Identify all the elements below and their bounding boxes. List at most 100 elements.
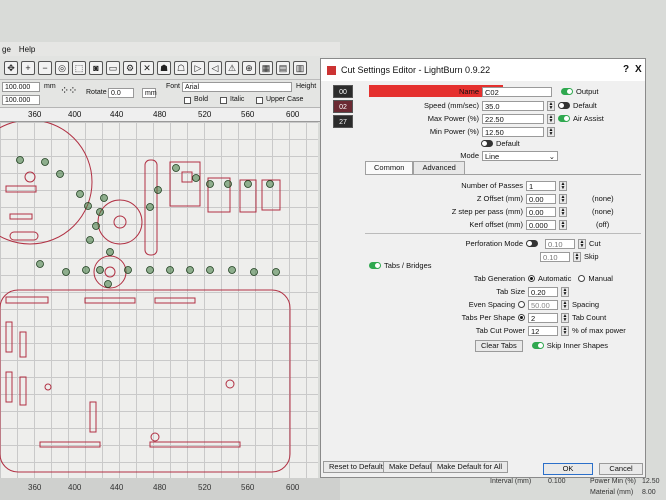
z-offset-note: (none) xyxy=(592,194,614,203)
ungroup-icon[interactable]: ☖ xyxy=(174,60,188,75)
chevron-down-icon: ⌄ xyxy=(548,151,555,161)
passes-spinner[interactable]: ▲ ▼ xyxy=(559,180,567,191)
min-power-spinner[interactable]: ▲ ▼ xyxy=(547,126,555,137)
layer-item[interactable]: 02 xyxy=(333,100,353,113)
height-field[interactable]: 100.000 xyxy=(2,95,40,105)
upper-case-checkbox[interactable] xyxy=(256,97,263,104)
name-input[interactable]: C02 xyxy=(482,86,552,97)
bold-checkbox[interactable] xyxy=(184,97,191,104)
passes-input[interactable]: 1 xyxy=(526,180,556,191)
tab-size-input[interactable]: 0.20 xyxy=(528,286,558,297)
default-power-toggle[interactable] xyxy=(481,140,493,147)
tab-advanced[interactable]: Advanced xyxy=(413,161,465,174)
tab-count-input[interactable]: 2 xyxy=(528,312,558,323)
move-icon[interactable]: ✥ xyxy=(4,60,18,75)
tab-marker xyxy=(146,266,154,274)
settings-icon[interactable]: ⚙ xyxy=(123,60,137,75)
rotate-label: Rotate xyxy=(86,89,107,96)
rotate-field[interactable]: 0.0 xyxy=(108,88,134,98)
perf-skip-spinner[interactable]: ▲ ▼ xyxy=(573,251,581,262)
menu-item-edge[interactable]: ge xyxy=(2,45,11,54)
group-icon[interactable]: ☗ xyxy=(157,60,171,75)
power-min-value: 12.50 xyxy=(642,478,660,485)
clear-tabs-button[interactable]: Clear Tabs xyxy=(475,339,523,352)
spacing-spinner[interactable]: ▲ ▼ xyxy=(561,299,569,310)
dialog-titlebar[interactable]: Cut Settings Editor - LightBurn 0.9.22 xyxy=(321,59,645,81)
tab-marker xyxy=(206,266,214,274)
layer-item[interactable]: 27 xyxy=(333,115,353,128)
italic-checkbox[interactable] xyxy=(220,97,227,104)
tab-automatic-radio[interactable] xyxy=(528,275,535,282)
z-step-spinner[interactable]: ▲ ▼ xyxy=(559,206,567,217)
air-assist-toggle[interactable] xyxy=(558,115,570,122)
reset-to-default-button[interactable]: Reset to Default xyxy=(323,461,389,473)
array-icon[interactable]: ▥ xyxy=(293,60,307,75)
mirror-icon[interactable]: ◁ xyxy=(208,60,222,75)
z-offset-input[interactable]: 0.00 xyxy=(526,193,556,204)
grid-icon[interactable]: ▦ xyxy=(259,60,273,75)
ok-button[interactable]: OK xyxy=(543,463,593,475)
tab-marker xyxy=(41,158,49,166)
monitor-icon[interactable]: ▭ xyxy=(106,60,120,75)
design-canvas[interactable] xyxy=(0,122,318,478)
perforation-toggle[interactable] xyxy=(526,240,538,247)
perf-cut-input[interactable]: 0.10 xyxy=(545,238,575,249)
tab-cut-power-label: Tab Cut Power xyxy=(475,326,525,335)
even-spacing-radio[interactable] xyxy=(518,301,525,308)
tab-marker xyxy=(154,186,162,194)
tab-manual-radio[interactable] xyxy=(578,275,586,282)
min-power-input[interactable]: 12.50 xyxy=(482,126,544,137)
tabs-per-shape-radio[interactable] xyxy=(518,314,525,321)
speed-input[interactable]: 35.0 xyxy=(482,100,544,111)
flip-icon[interactable]: ▷ xyxy=(191,60,205,75)
common-tab-panel: Number of Passes 1 ▲ ▼ Z Offset (mm) 0.00… xyxy=(365,174,641,454)
speed-label: Speed (mm/sec) xyxy=(423,101,479,110)
z-offset-spinner[interactable]: ▲ ▼ xyxy=(559,193,567,204)
bottom-ruler: 360 400 440 480 520 560 600 xyxy=(0,478,340,500)
font-select[interactable]: Arial xyxy=(182,82,292,92)
select-frame-icon[interactable]: ⬚ xyxy=(72,60,86,75)
cancel-button[interactable]: Cancel xyxy=(599,463,643,475)
tab-count-spinner[interactable]: ▲ ▼ xyxy=(561,312,569,323)
tabs-bridges-toggle[interactable] xyxy=(369,262,381,269)
close-button[interactable]: X xyxy=(635,64,642,75)
mm-button[interactable]: mm xyxy=(142,88,157,98)
width-field[interactable]: 100.000 xyxy=(2,82,40,92)
ruler-tick: 440 xyxy=(110,110,124,119)
anchor-grid-icon[interactable]: ⁘⁘ xyxy=(60,84,82,104)
ruler-tick: 440 xyxy=(110,483,124,492)
tab-size-spinner[interactable]: ▲ ▼ xyxy=(561,286,569,297)
make-default-for-all-button[interactable]: Make Default for All xyxy=(431,461,509,473)
zoom-out-icon[interactable]: − xyxy=(38,60,52,75)
zoom-in-icon[interactable]: + xyxy=(21,60,35,75)
warning-icon[interactable]: ⚠ xyxy=(225,60,239,75)
ruler-tick: 560 xyxy=(241,110,255,119)
z-step-input[interactable]: 0.00 xyxy=(526,206,556,217)
kerf-spinner[interactable]: ▲ ▼ xyxy=(559,219,567,230)
output-toggle[interactable] xyxy=(561,88,573,95)
camera-icon[interactable]: ◙ xyxy=(89,60,103,75)
spacing-input[interactable]: 50.00 xyxy=(528,299,558,310)
tab-marker xyxy=(250,268,258,276)
speed-spinner[interactable]: ▲ ▼ xyxy=(547,100,555,111)
target-icon[interactable]: ⊕ xyxy=(242,60,256,75)
max-power-spinner[interactable]: ▲ ▼ xyxy=(547,113,555,124)
mode-select[interactable]: Line ⌄ xyxy=(482,150,558,161)
perf-cut-spinner[interactable]: ▲ ▼ xyxy=(578,238,586,249)
layer-item[interactable]: 00 xyxy=(333,85,353,98)
max-power-input[interactable]: 22.50 xyxy=(482,113,544,124)
kerf-input[interactable]: 0.000 xyxy=(526,219,556,230)
menu-item-help[interactable]: Help xyxy=(19,45,35,54)
default-toggle[interactable] xyxy=(558,102,570,109)
tab-common[interactable]: Common xyxy=(365,161,414,174)
tab-marker xyxy=(82,266,90,274)
tab-cut-power-input[interactable]: 12 xyxy=(528,325,558,336)
align-icon[interactable]: ▤ xyxy=(276,60,290,75)
mode-select-value: Line xyxy=(485,151,500,161)
tab-cut-power-spinner[interactable]: ▲ ▼ xyxy=(561,325,569,336)
skip-inner-shapes-toggle[interactable] xyxy=(531,342,544,349)
tools-icon[interactable]: ✕ xyxy=(140,60,154,75)
perf-skip-input[interactable]: 0.10 xyxy=(540,251,570,262)
help-button[interactable]: ? xyxy=(623,64,629,75)
zoom-fit-icon[interactable]: ◎ xyxy=(55,60,69,75)
